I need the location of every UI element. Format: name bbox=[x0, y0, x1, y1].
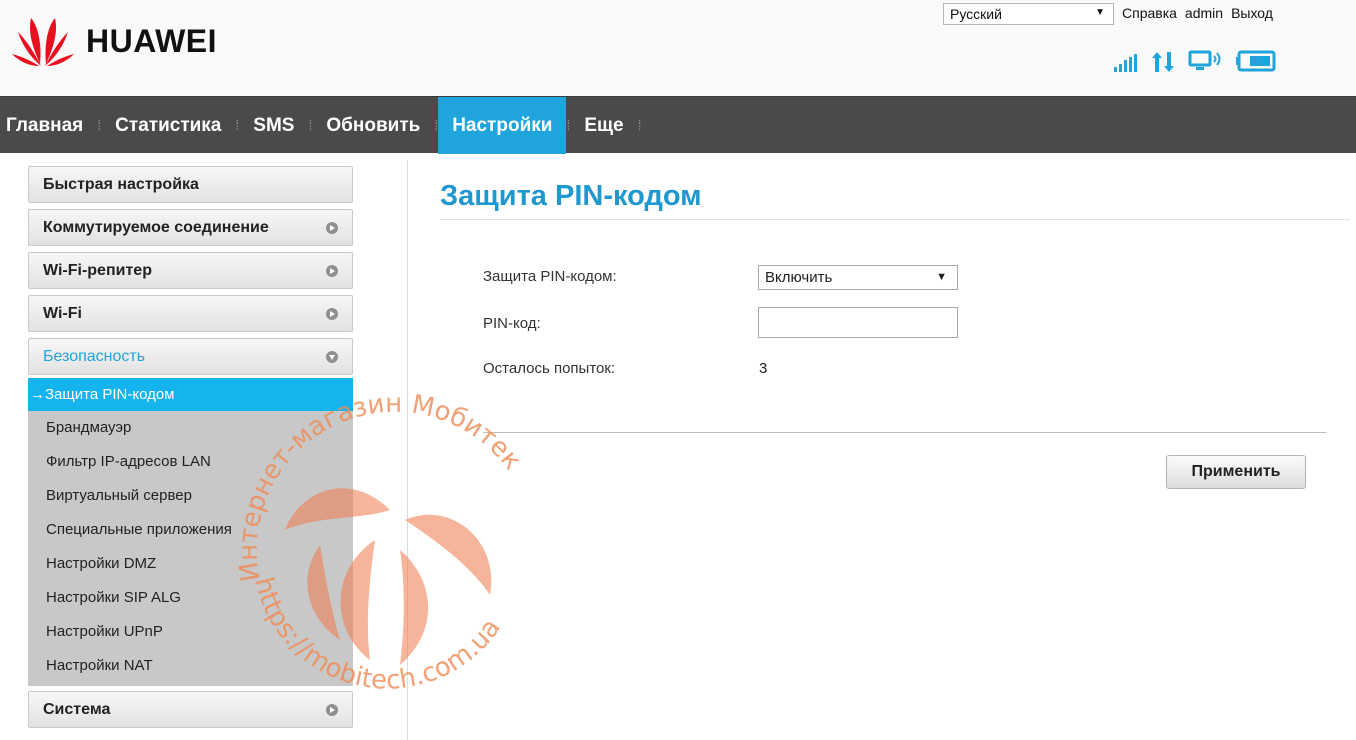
submenu-sip-alg[interactable]: Настройки SIP ALG bbox=[28, 581, 353, 615]
title-divider bbox=[440, 219, 1350, 220]
submenu-firewall[interactable]: Брандмауэр bbox=[28, 411, 353, 445]
sidebar-item-dialup[interactable]: Коммутируемое соединение bbox=[28, 209, 353, 246]
pin-protection-select[interactable]: Включить ▼ bbox=[758, 265, 958, 290]
pin-protection-value: Включить bbox=[765, 269, 833, 286]
status-icons bbox=[1114, 50, 1276, 72]
nav-update[interactable]: Обновить bbox=[312, 97, 434, 154]
battery-icon bbox=[1236, 50, 1276, 72]
main-nav: Главная ⁞ Статистика ⁞ SMS ⁞ Обновить ⁞ … bbox=[0, 96, 1356, 154]
submenu-virtual-server[interactable]: Виртуальный сервер bbox=[28, 479, 353, 513]
form-divider bbox=[483, 432, 1326, 433]
pin-code-label: PIN-код: bbox=[483, 315, 541, 332]
pin-protection-label: Защита PIN-кодом: bbox=[483, 268, 617, 285]
dropdown-arrow-icon: ▼ bbox=[1095, 7, 1105, 18]
submenu-nat[interactable]: Настройки NAT bbox=[28, 649, 353, 683]
sidebar-item-label: Безопасность bbox=[43, 348, 146, 365]
logo-wordmark: HUAWEI bbox=[86, 22, 217, 59]
huawei-logo[interactable]: HUAWEI bbox=[12, 14, 217, 68]
sidebar-item-label: Wi-Fi bbox=[43, 305, 82, 322]
chevron-right-icon bbox=[326, 222, 338, 234]
data-transfer-icon bbox=[1152, 52, 1174, 72]
wifi-device-icon bbox=[1188, 50, 1221, 70]
sidebar-item-label: Быстрая настройка bbox=[43, 176, 199, 193]
sidebar-item-wifi-repeater[interactable]: Wi-Fi-репитер bbox=[28, 252, 353, 289]
dropdown-arrow-icon: ▼ bbox=[936, 271, 947, 283]
sidebar-item-label: Wi-Fi-репитер bbox=[43, 262, 152, 279]
chevron-right-icon bbox=[326, 265, 338, 277]
sidebar-item-label: Система bbox=[43, 701, 111, 718]
nav-statistics[interactable]: Статистика bbox=[101, 97, 235, 154]
page-title: Защита PIN-кодом bbox=[440, 180, 702, 212]
user-link[interactable]: admin bbox=[1185, 5, 1223, 21]
chevron-right-icon bbox=[326, 308, 338, 320]
sidebar-item-label: Коммутируемое соединение bbox=[43, 219, 269, 236]
signal-icon bbox=[1114, 54, 1137, 72]
header: HUAWEI Русский ▼ Справка admin Выход bbox=[0, 0, 1356, 96]
submenu-dmz[interactable]: Настройки DMZ bbox=[28, 547, 353, 581]
nav-separator: ⁞ bbox=[637, 117, 642, 133]
nav-settings[interactable]: Настройки bbox=[438, 97, 567, 154]
language-select[interactable]: Русский ▼ bbox=[943, 3, 1114, 25]
nav-more[interactable]: Еще bbox=[570, 97, 637, 154]
chevron-right-icon bbox=[326, 704, 338, 716]
sidebar-item-wifi[interactable]: Wi-Fi bbox=[28, 295, 353, 332]
sidebar-item-system[interactable]: Система bbox=[28, 691, 353, 728]
huawei-flower-icon bbox=[12, 18, 74, 66]
nav-sms[interactable]: SMS bbox=[239, 97, 308, 154]
nav-home[interactable]: Главная bbox=[0, 97, 97, 154]
help-link[interactable]: Справка bbox=[1122, 5, 1177, 21]
sidebar-item-security[interactable]: Безопасность bbox=[28, 338, 353, 375]
submenu-lan-ip-filter[interactable]: Фильтр IP-адресов LAN bbox=[28, 445, 353, 479]
pin-code-input[interactable] bbox=[758, 307, 958, 338]
language-value: Русский bbox=[950, 6, 1002, 22]
vertical-divider bbox=[407, 160, 408, 740]
submenu-upnp[interactable]: Настройки UPnP bbox=[28, 615, 353, 649]
sidebar-item-quick-setup[interactable]: Быстрая настройка bbox=[28, 166, 353, 203]
security-submenu: →Защита PIN-кодом Брандмауэр Фильтр IP-а… bbox=[28, 378, 353, 686]
router-admin-page: HUAWEI Русский ▼ Справка admin Выход Гла… bbox=[0, 0, 1356, 740]
submenu-special-apps[interactable]: Специальные приложения bbox=[28, 513, 353, 547]
chevron-down-icon bbox=[326, 351, 338, 363]
settings-sidebar: Быстрая настройка Коммутируемое соединен… bbox=[28, 166, 353, 734]
apply-button[interactable]: Применить bbox=[1166, 455, 1306, 489]
attempts-label: Осталось попыток: bbox=[483, 360, 616, 377]
top-links: Справка admin Выход bbox=[1122, 5, 1273, 21]
logout-link[interactable]: Выход bbox=[1231, 5, 1273, 21]
attempts-value: 3 bbox=[759, 360, 768, 377]
submenu-pin-protection[interactable]: →Защита PIN-кодом bbox=[28, 378, 353, 411]
